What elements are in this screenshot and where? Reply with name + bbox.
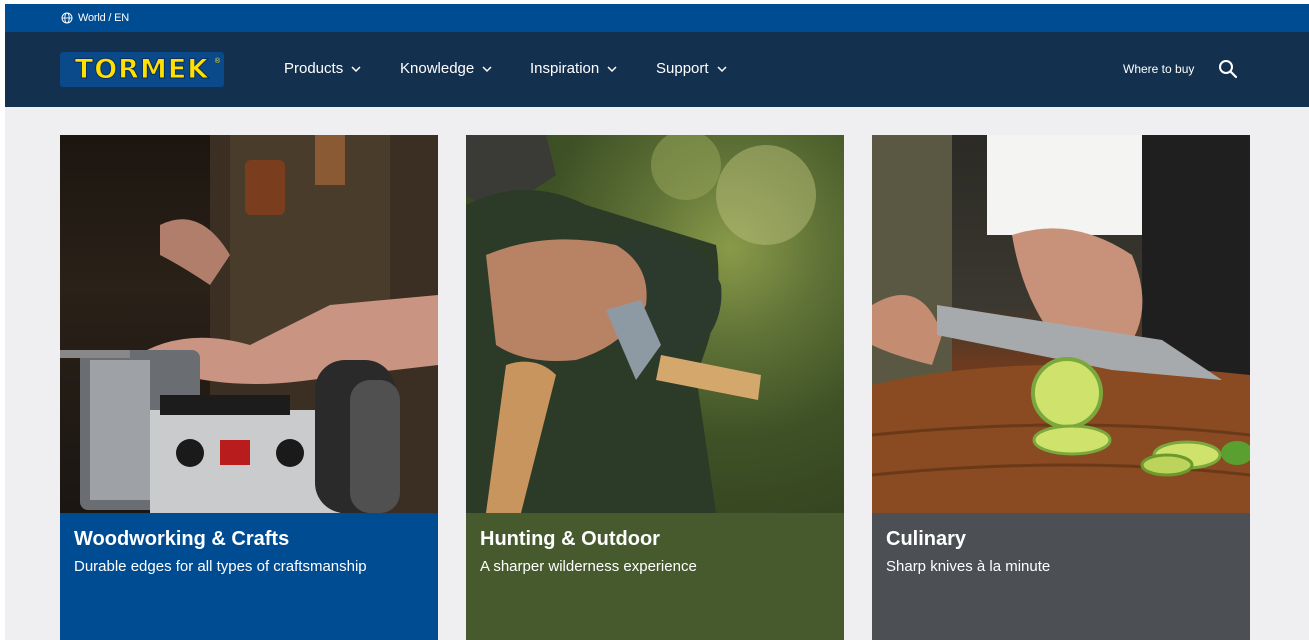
nav-item-inspiration[interactable]: Inspiration	[530, 60, 656, 77]
card-subtitle: Sharp knives à la minute	[886, 558, 1051, 575]
locale-selector[interactable]: World / EN	[78, 12, 129, 24]
chevron-down-icon	[351, 65, 361, 72]
card-subtitle: A sharper wilderness experience	[480, 558, 697, 575]
tormek-logo[interactable]: TORMEK ®	[60, 52, 224, 87]
card-subtitle: Durable edges for all types of craftsman…	[74, 558, 367, 575]
nav-item-products[interactable]: Products	[284, 60, 400, 77]
card-body: Woodworking & Crafts Durable edges for a…	[60, 513, 438, 640]
culinary-image	[872, 135, 1250, 513]
card-body: Hunting & Outdoor A sharper wilderness e…	[466, 513, 844, 640]
card-culinary[interactable]: Culinary Sharp knives à la minute	[872, 135, 1250, 640]
nav-item-knowledge[interactable]: Knowledge	[400, 60, 530, 77]
card-title: Hunting & Outdoor	[480, 528, 660, 550]
page: World / EN TORMEK ® Products Knowledge I…	[5, 4, 1309, 640]
chevron-down-icon	[717, 65, 727, 72]
woodworking-image	[60, 135, 438, 513]
card-title: Woodworking & Crafts	[74, 528, 290, 550]
chevron-down-icon	[607, 65, 617, 72]
card-title: Culinary	[886, 528, 967, 550]
nav-item-label: Inspiration	[530, 60, 600, 77]
woodworking-photo	[60, 135, 438, 513]
card-woodworking-crafts[interactable]: Woodworking & Crafts Durable edges for a…	[60, 135, 438, 640]
nav-item-label: Products	[284, 60, 344, 77]
where-to-buy-link[interactable]: Where to buy	[1123, 62, 1194, 76]
card-hunting-outdoor[interactable]: Hunting & Outdoor A sharper wilderness e…	[466, 135, 844, 640]
nav-item-support[interactable]: Support	[656, 60, 746, 77]
top-bar: World / EN	[5, 4, 1309, 32]
main-navbar: TORMEK ® Products Knowledge Inspiration …	[5, 32, 1309, 107]
nav-item-label: Knowledge	[400, 60, 475, 77]
logo-text: TORMEK	[74, 54, 210, 86]
hunting-photo	[466, 135, 816, 513]
nav-item-label: Support	[656, 60, 709, 77]
globe-icon[interactable]	[61, 12, 73, 24]
culinary-photo	[872, 135, 1250, 513]
chevron-down-icon	[482, 65, 492, 72]
category-cards: Woodworking & Crafts Durable edges for a…	[60, 135, 1250, 640]
nav-menu: Products Knowledge Inspiration Support	[284, 60, 746, 77]
hunting-image	[466, 135, 844, 513]
card-body: Culinary Sharp knives à la minute	[872, 513, 1250, 640]
search-icon[interactable]	[1217, 58, 1239, 80]
logo-registered-mark: ®	[214, 58, 220, 65]
